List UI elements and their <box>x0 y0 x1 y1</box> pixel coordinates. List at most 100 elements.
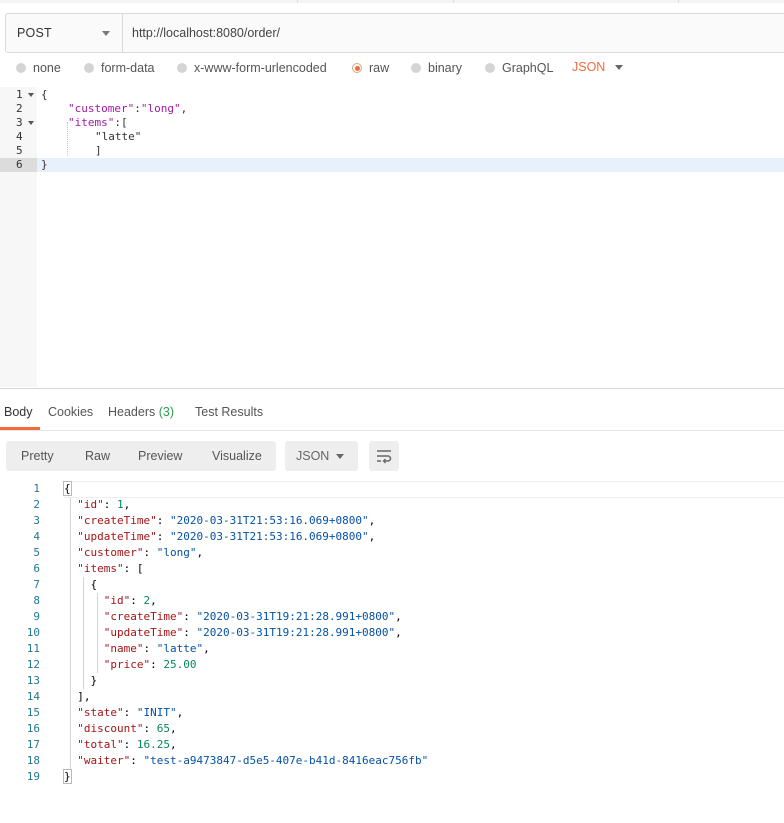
bracket: { <box>63 481 72 496</box>
code-text: "customer": "long", <box>77 546 204 559</box>
headers-count-badge: (3) <box>158 405 175 419</box>
fold-arrow-icon[interactable] <box>28 93 34 97</box>
code-text: "updateTime": "2020-03-31T19:21:28.991+0… <box>103 626 402 639</box>
json-string: "test-a9473847-d5e5-407e-b41d-8416eac756… <box>143 754 429 767</box>
json-string: "2020-03-31T21:53:16.069+0800" <box>169 530 369 543</box>
json-sep: : <box>114 116 121 129</box>
line-number: 9 <box>33 610 40 623</box>
line-number: 6 <box>33 562 40 575</box>
tab-divider <box>297 0 298 3</box>
code-line: 6 "items": [ <box>0 561 784 577</box>
response-body-viewer[interactable]: 1 { 2 "id": 1, 3 "createTime": "2020-03-… <box>0 481 784 791</box>
code-line: 5 ] <box>0 144 784 158</box>
code-text: "id": 1, <box>77 498 131 511</box>
code-line: 4 "updateTime": "2020-03-31T21:53:16.069… <box>0 529 784 545</box>
line-number: 16 <box>26 722 40 735</box>
code-line: 7 { <box>0 577 784 593</box>
json-sep: : <box>134 102 141 115</box>
code-line: 5 "customer": "long", <box>0 545 784 561</box>
line-number: 14 <box>26 690 40 703</box>
tab-test-results[interactable]: Test Results <box>195 405 263 419</box>
radio-icon <box>84 63 94 73</box>
radio-label: form-data <box>101 61 155 75</box>
visualize-button[interactable]: Visualize <box>212 449 262 463</box>
line-number: 7 <box>33 578 40 591</box>
radio-icon <box>411 63 421 73</box>
raw-button[interactable]: Raw <box>85 449 110 463</box>
line-number: 2 <box>16 102 23 115</box>
code-line: 17 "total": 16.25, <box>0 737 784 753</box>
response-format-label: JSON <box>296 449 330 463</box>
json-number: 65 <box>156 722 170 735</box>
radio-selected-icon <box>352 63 362 73</box>
code-text: "createTime": "2020-03-31T21:53:16.069+0… <box>77 514 376 527</box>
line-number: 1 <box>33 482 40 495</box>
code-text: "total": 16.25, <box>77 738 177 751</box>
code-text: "name": "latte", <box>103 642 210 655</box>
method-label: POST <box>17 26 52 40</box>
code-text: "updateTime": "2020-03-31T21:53:16.069+0… <box>77 530 376 543</box>
pretty-button[interactable]: Pretty <box>21 449 54 463</box>
request-bar: POST http://localhost:8080/order/ <box>5 13 784 53</box>
code-text: } <box>41 158 48 171</box>
code-line: 19 } <box>0 769 784 785</box>
current-line-highlight <box>64 481 784 498</box>
preview-button[interactable]: Preview <box>138 449 182 463</box>
code-text: } <box>64 674 98 687</box>
line-number: 6 <box>16 158 23 171</box>
json-number: 25.00 <box>163 658 197 671</box>
line-number: 4 <box>16 130 23 143</box>
fold-arrow-icon[interactable] <box>28 121 34 125</box>
json-string: "2020-03-31T21:53:16.069+0800" <box>169 514 369 527</box>
code-text: "waiter": "test-a9473847-d5e5-407e-b41d-… <box>77 754 429 767</box>
code-line: 3 "createTime": "2020-03-31T21:53:16.069… <box>0 513 784 529</box>
code-text: "discount": 65, <box>77 722 177 735</box>
request-body-editor[interactable]: 1 { 2 "customer":"long", 3 "items":[ 4 "… <box>0 87 784 387</box>
code-line: 2 "customer":"long", <box>0 102 784 116</box>
code-text: "state": "INIT", <box>77 706 184 719</box>
json-number: 1 <box>117 498 124 511</box>
code-line: 13 } <box>0 673 784 689</box>
json-key: "items" <box>68 116 115 129</box>
code-line: 3 "items":[ <box>0 116 784 130</box>
line-number: 2 <box>33 498 40 511</box>
code-text: { <box>64 578 98 591</box>
line-number: 10 <box>26 626 40 639</box>
code-text: ], <box>64 690 91 703</box>
tab-headers[interactable]: Headers (3) <box>108 405 174 419</box>
raw-format-select[interactable]: JSON <box>572 60 605 74</box>
json-string: "latte" <box>156 642 204 655</box>
radio-label: raw <box>369 61 390 75</box>
method-select[interactable]: POST <box>6 14 123 52</box>
code-text: "latte" <box>95 130 142 143</box>
code-text: ] <box>95 144 102 157</box>
response-format-select[interactable]: JSON <box>285 441 358 471</box>
code-line: 1 { <box>0 481 784 498</box>
chevron-down-icon[interactable] <box>615 65 623 70</box>
chevron-down-icon <box>102 31 110 36</box>
wrap-lines-button[interactable] <box>369 441 399 471</box>
code-text: "items": [ <box>77 562 144 575</box>
json-string: "long" <box>156 546 197 559</box>
code-text: } <box>63 769 72 785</box>
json-string: "2020-03-31T19:21:28.991+0800" <box>196 610 396 623</box>
line-number: 11 <box>26 642 40 655</box>
response-tabs: Body Cookies Headers (3) Test Results <box>0 389 784 431</box>
radio-icon <box>16 63 26 73</box>
json-key: "customer" <box>68 102 135 115</box>
view-mode-group: Pretty Raw Preview Visualize <box>6 441 276 471</box>
code-text: "items":[ <box>68 116 128 130</box>
tab-cookies[interactable]: Cookies <box>48 405 93 419</box>
line-number: 3 <box>16 116 23 129</box>
line-number: 12 <box>26 658 40 671</box>
code-line: 12 "price": 25.00 <box>0 657 784 673</box>
code-text: "id": 2, <box>103 594 157 607</box>
code-line: 14 ], <box>0 689 784 705</box>
url-input[interactable]: http://localhost:8080/order/ <box>132 26 280 40</box>
code-line: 16 "discount": 65, <box>0 721 784 737</box>
json-punct: [ <box>120 116 128 129</box>
json-value: "long" <box>140 102 181 115</box>
tab-body[interactable]: Body <box>4 405 33 419</box>
code-line: 15 "state": "INIT", <box>0 705 784 721</box>
line-number: 18 <box>26 754 40 767</box>
